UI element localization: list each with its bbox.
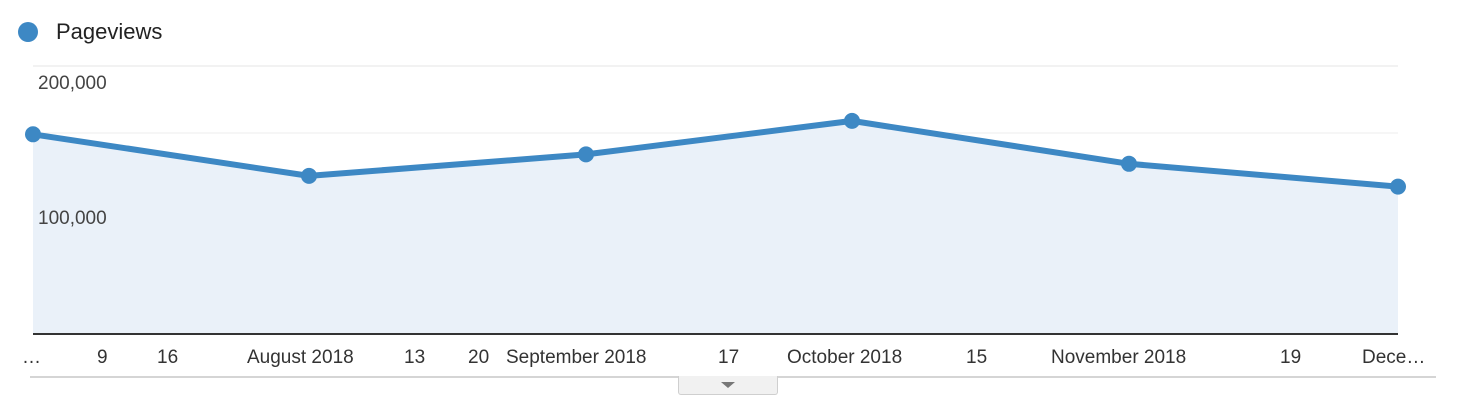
pageviews-chart: 200,000 100,000 … 9 16 August 2018 13 20…	[22, 65, 1425, 368]
x-tick-label: October 2018	[787, 347, 902, 368]
x-tick-label: 9	[97, 347, 108, 368]
x-tick-label: November 2018	[1051, 347, 1186, 368]
data-point[interactable]	[301, 167, 317, 184]
x-tick-label: 16	[157, 347, 178, 368]
area-fill	[33, 120, 1398, 335]
x-tick-label: Dece…	[1362, 347, 1425, 368]
x-tick-label: 20	[468, 347, 489, 368]
x-tick-label: 17	[718, 347, 739, 368]
chevron-down-icon	[721, 382, 735, 388]
x-tick-labels: … 9 16 August 2018 13 20 September 2018 …	[22, 347, 1425, 368]
data-point[interactable]	[578, 146, 594, 163]
x-tick-label: …	[22, 347, 41, 368]
data-point[interactable]	[1390, 178, 1406, 195]
data-point[interactable]	[844, 112, 860, 129]
data-point[interactable]	[25, 126, 41, 143]
data-point[interactable]	[1121, 155, 1137, 172]
expand-chart-toggle[interactable]	[678, 376, 778, 395]
x-tick-label: August 2018	[247, 347, 354, 368]
x-tick-label: September 2018	[506, 347, 647, 368]
x-tick-label: 15	[966, 347, 987, 368]
x-tick-label: 13	[404, 347, 425, 368]
x-tick-label: 19	[1280, 347, 1301, 368]
y-tick-label: 200,000	[38, 73, 107, 94]
y-tick-label: 100,000	[38, 208, 107, 229]
